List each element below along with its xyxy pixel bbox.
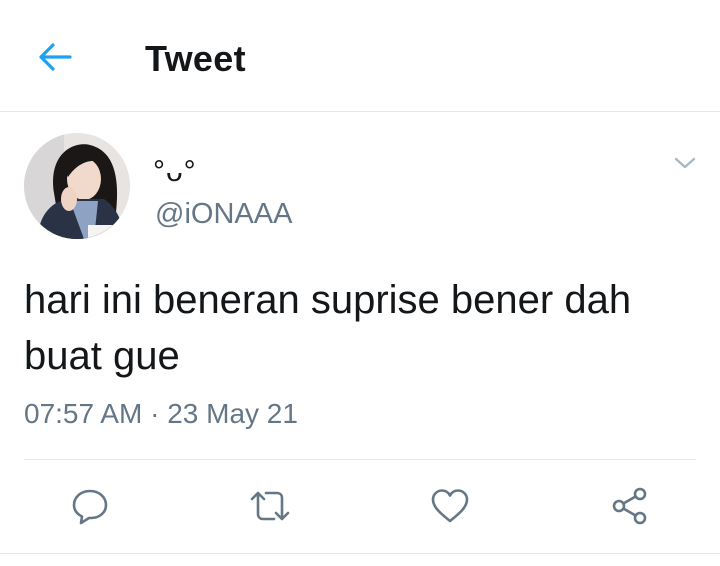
tweet-detail-screen: Tweet °ᴗ° @iONAAA hari ini beneran supri… (0, 0, 720, 566)
timestamp-separator: · (142, 398, 168, 429)
reply-button[interactable] (68, 484, 112, 528)
reply-icon (72, 489, 108, 525)
avatar[interactable] (24, 133, 130, 239)
divider (24, 459, 696, 460)
page-title: Tweet (145, 38, 246, 79)
tweet-text: hari ini beneran suprise bener dah buat … (24, 278, 632, 378)
back-button[interactable] (30, 34, 80, 80)
display-name[interactable]: °ᴗ° (153, 152, 197, 192)
tweet-date: 23 May 21 (167, 398, 298, 429)
top-bar: Tweet (0, 0, 720, 112)
tweet-time: 07:57 AM (24, 398, 143, 429)
divider (0, 553, 720, 554)
share-button[interactable] (608, 484, 652, 528)
chevron-down-icon (674, 157, 696, 169)
like-icon (431, 489, 469, 523)
tweet-timestamp[interactable]: 07:57 AM · 23 May 21 (24, 396, 298, 432)
retweet-button[interactable] (248, 484, 292, 528)
share-icon (612, 487, 647, 525)
like-button[interactable] (428, 484, 472, 528)
retweet-icon (250, 491, 290, 521)
more-options-button[interactable] (670, 148, 700, 178)
back-arrow-icon (39, 43, 72, 71)
avatar-image (24, 133, 130, 239)
user-handle[interactable]: @iONAAA (155, 196, 292, 232)
